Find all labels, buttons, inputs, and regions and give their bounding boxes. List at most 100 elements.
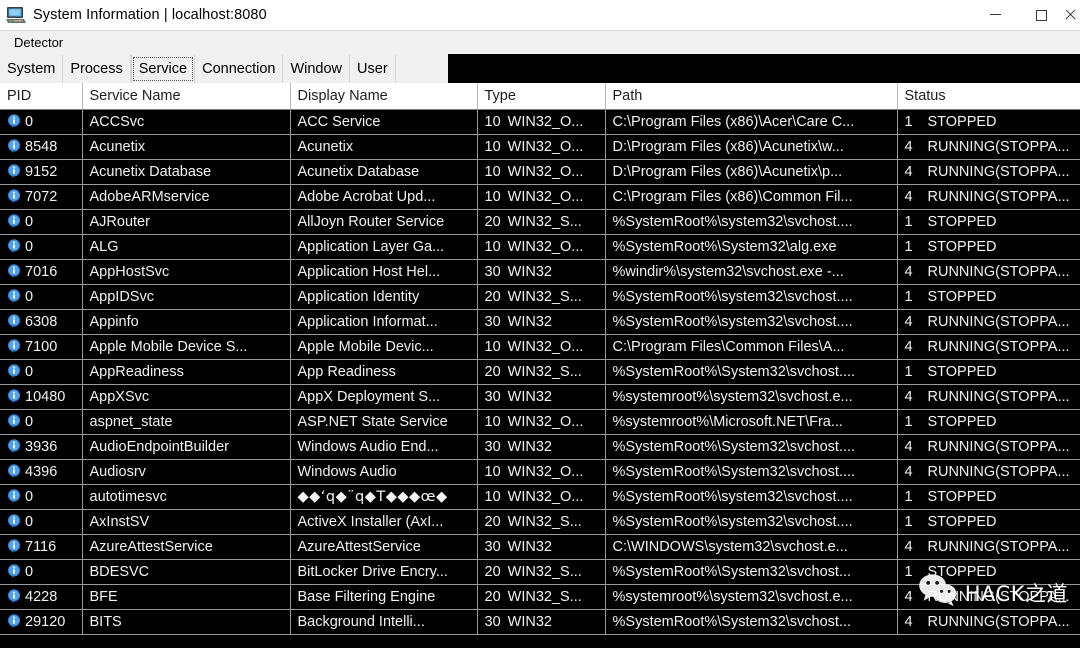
status-number: 1 (904, 238, 913, 255)
column-header-path[interactable]: Path (605, 83, 898, 110)
cell-display-name: Application Identity (290, 284, 478, 310)
menu-item-detector[interactable]: Detector (8, 33, 69, 52)
table-row[interactable]: 0 aspnet_state ASP.NET State Service 10 WIN3… (0, 409, 1080, 435)
table-header-row: PID Service Name Display Name Type Path … (0, 83, 1080, 110)
cell-path: %SystemRoot%\System32\svchost... (605, 559, 898, 585)
cell-display-name: Windows Audio End... (290, 434, 478, 460)
table-row[interactable]: 0 ACCSvc ACC Service 10 WIN32_O... C:\Program… (0, 109, 1080, 135)
cell-service-name: Appinfo (82, 309, 291, 335)
table-row[interactable]: 7116 AzureAttestService AzureAttestService… (0, 534, 1080, 560)
tab-process[interactable]: Process (63, 55, 131, 83)
info-icon (7, 389, 22, 404)
table-row[interactable]: 0 autotimesvc ◆◆‘q◆¨q◆T◆◆◆œ◆ 10 WIN32_O... %S… (0, 484, 1080, 510)
column-header-display-name[interactable]: Display Name (290, 83, 478, 110)
column-header-pid[interactable]: PID (0, 83, 83, 110)
table-row[interactable]: 0 AJRouter AllJoyn Router Service 20 WIN32_S… (0, 209, 1080, 235)
status-badge: RUNNING(STOPPA... (927, 338, 1070, 355)
table-row[interactable]: 7100 Apple Mobile Device S... Apple Mobile… (0, 334, 1080, 360)
cell-service-name: AudioEndpointBuilder (82, 434, 291, 460)
tab-window[interactable]: Window (283, 55, 351, 83)
pid-value: 4228 (25, 588, 58, 605)
tab-system[interactable]: System (0, 55, 64, 83)
table-row[interactable]: 6308 Appinfo Application Informat... 30 WIN3… (0, 309, 1080, 335)
type-name: WIN32_O... (507, 188, 584, 205)
cell-pid: 4396 (0, 459, 83, 485)
cell-service-name: AJRouter (82, 209, 291, 235)
type-name: WIN32 (507, 538, 552, 555)
cell-path: %SystemRoot%\System32\svchost... (605, 609, 898, 635)
cell-service-name: Audiosrv (82, 459, 291, 485)
type-name: WIN32_S... (507, 513, 582, 530)
pid-value: 10480 (25, 388, 66, 405)
pid-value: 7072 (25, 188, 58, 205)
column-header-type[interactable]: Type (477, 83, 606, 110)
cell-status: 4 RUNNING(STOPPA... (897, 184, 1080, 210)
pid-value: 0 (25, 563, 34, 580)
tab-service[interactable]: Service (130, 55, 196, 83)
table-row[interactable]: 9152 Acunetix Database Acunetix Database 10… (0, 159, 1080, 185)
cell-pid: 4228 (0, 584, 83, 610)
status-badge: RUNNING(STOPPA... (927, 313, 1070, 330)
info-icon (7, 164, 22, 179)
status-number: 1 (904, 563, 913, 580)
type-number: 30 (484, 313, 501, 330)
table-row[interactable]: 0 AppIDSvc Application Identity 20 WIN32_S..… (0, 284, 1080, 310)
cell-pid: 10480 (0, 384, 83, 410)
type-number: 10 (484, 488, 501, 505)
column-header-status[interactable]: Status (897, 83, 1080, 110)
table-row[interactable]: 7072 AdobeARMservice Adobe Acrobat Upd... 1… (0, 184, 1080, 210)
table-row[interactable]: 4396 Audiosrv Windows Audio 10 WIN32_O... %Sy… (0, 459, 1080, 485)
pid-value: 7116 (25, 538, 57, 555)
column-header-service-name[interactable]: Service Name (82, 83, 291, 110)
info-icon (7, 239, 22, 254)
cell-status: 4 RUNNING(STOPPA... (897, 609, 1080, 635)
table-row[interactable]: 3936 AudioEndpointBuilder Windows Audio En… (0, 434, 1080, 460)
status-number: 4 (904, 538, 913, 555)
cell-service-name: AzureAttestService (82, 534, 291, 560)
type-name: WIN32_S... (507, 363, 582, 380)
cell-path: %SystemRoot%\System32\svchost.... (605, 359, 898, 385)
cell-pid: 0 (0, 509, 83, 535)
table-row[interactable]: 0 AppReadiness App Readiness 20 WIN32_S... %S… (0, 359, 1080, 385)
type-number: 10 (484, 163, 501, 180)
type-number: 10 (484, 138, 501, 155)
type-number: 10 (484, 338, 501, 355)
service-table-container[interactable]: PID Service Name Display Name Type Path … (0, 83, 1080, 648)
type-name: WIN32_O... (507, 413, 584, 430)
status-badge: STOPPED (927, 363, 997, 380)
status-number: 1 (904, 288, 913, 305)
table-row[interactable]: 4228 BFE Base Filtering Engine 20 WIN32_S...… (0, 584, 1080, 610)
maximize-button[interactable] (1018, 0, 1064, 30)
cell-display-name: AppX Deployment S... (290, 384, 478, 410)
cell-status: 1 STOPPED (897, 409, 1080, 435)
type-number: 30 (484, 388, 501, 405)
status-number: 1 (904, 413, 913, 430)
info-icon (7, 139, 22, 154)
table-row[interactable]: 7016 AppHostSvc Application Host Hel... 30 W… (0, 259, 1080, 285)
table-row[interactable]: 0 BDESVC BitLocker Drive Encry... 20 WIN32_S… (0, 559, 1080, 585)
table-row[interactable]: 8548 Acunetix Acunetix 10 WIN32_O... D:\Progr… (0, 134, 1080, 160)
table-row[interactable]: 0 AxInstSV ActiveX Installer (AxI... 20 WIN3… (0, 509, 1080, 535)
status-badge: RUNNING(STOPPA... (927, 163, 1070, 180)
pid-value: 0 (25, 288, 34, 305)
status-badge: RUNNING(STOPPA... (927, 138, 1070, 155)
cell-status: 4 RUNNING(STOPPA... (897, 434, 1080, 460)
status-badge: STOPPED (927, 488, 997, 505)
status-number: 4 (904, 388, 913, 405)
cell-path: %systemroot%\system32\svchost.e... (605, 584, 898, 610)
cell-type: 20 WIN32_S... (477, 284, 606, 310)
minimize-button[interactable] (972, 0, 1018, 30)
tab-user[interactable]: User (350, 55, 396, 83)
tab-connection[interactable]: Connection (195, 55, 284, 83)
close-button[interactable] (1064, 0, 1080, 30)
cell-type: 10 WIN32_O... (477, 459, 606, 485)
cell-display-name: Application Host Hel... (290, 259, 478, 285)
cell-type: 10 WIN32_O... (477, 184, 606, 210)
table-row[interactable]: 10480 AppXSvc AppX Deployment S... 30 WIN32%… (0, 384, 1080, 410)
type-name: WIN32_S... (507, 213, 582, 230)
type-number: 10 (484, 413, 501, 430)
cell-pid: 7072 (0, 184, 83, 210)
table-row[interactable]: 29120 BITS Background Intelli... 30 WIN32 %Sy… (0, 609, 1080, 635)
table-row[interactable]: 0 ALG Application Layer Ga... 10 WIN32_O...%… (0, 234, 1080, 260)
type-number: 20 (484, 363, 501, 380)
